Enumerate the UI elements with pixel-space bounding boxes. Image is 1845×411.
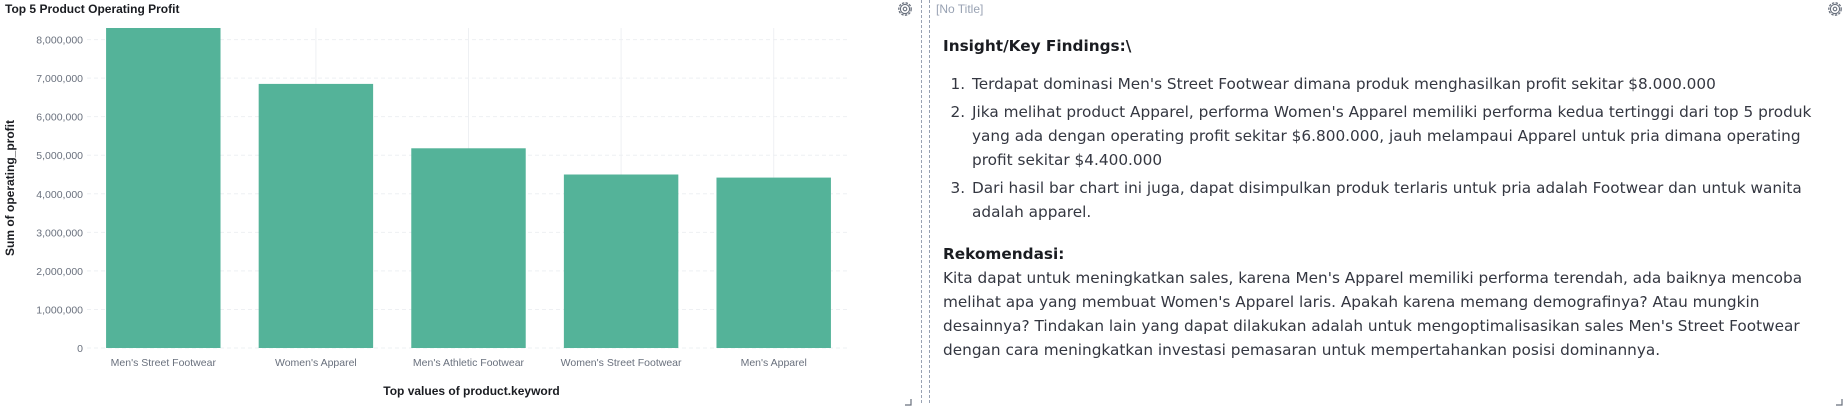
- panel-divider: [921, 0, 922, 403]
- x-tick-label: Men's Street Footwear: [111, 357, 217, 369]
- panel-title: [No Title]: [936, 2, 984, 16]
- y-tick-label: 2,000,000: [36, 266, 83, 278]
- gear-icon[interactable]: [896, 0, 914, 18]
- bar: [106, 28, 221, 348]
- gear-icon[interactable]: [1826, 0, 1844, 18]
- y-tick-label: 4,000,000: [36, 189, 83, 201]
- y-tick-label: 7,000,000: [36, 73, 83, 85]
- x-tick-label: Men's Apparel: [741, 357, 807, 369]
- bar-chart: 0 1,000,000 2,000,000 3,000,000 4,000,000 5,0…: [3, 28, 850, 398]
- y-tick-label: 8,000,000: [36, 35, 83, 47]
- x-tick-label: Women's Street Footwear: [561, 357, 682, 369]
- y-tick-label: 5,000,000: [36, 150, 83, 162]
- y-axis-title: Sum of operating_profit: [3, 120, 17, 256]
- resize-handle-icon[interactable]: [1835, 393, 1843, 406]
- recommendation-text: Kita dapat untuk meningkatkan sales, kar…: [943, 269, 1803, 359]
- y-tick-label: 1,000,000: [36, 304, 83, 316]
- x-tick-label: Men's Athletic Footwear: [413, 357, 525, 369]
- insight-heading: Insight/Key Findings:\: [943, 37, 1132, 55]
- list-item: Dari hasil bar chart ini juga, dapat dis…: [970, 176, 1843, 224]
- recommendation-heading: Rekomendasi:: [943, 245, 1065, 263]
- list-item: Terdapat dominasi Men's Street Footwear …: [970, 72, 1843, 96]
- chart-panel: Top 5 Product Operating Profit 0 1,000,00…: [0, 0, 920, 406]
- y-tick-label: 3,000,000: [36, 227, 83, 239]
- y-tick-label: 0: [77, 343, 83, 355]
- bar: [716, 177, 831, 348]
- bar: [563, 174, 679, 348]
- findings-list: Terdapat dominasi Men's Street Footwear …: [943, 72, 1843, 224]
- bar: [411, 148, 526, 348]
- resize-handle-icon[interactable]: [904, 393, 912, 406]
- y-tick-label: 6,000,000: [36, 112, 83, 124]
- x-axis-title: Top values of product.keyword: [383, 384, 559, 398]
- list-item: Jika melihat product Apparel, performa W…: [970, 100, 1843, 172]
- x-tick-label: Women's Apparel: [275, 357, 357, 369]
- markdown-panel: [No Title] Insight/Key Findings:\ Terdap…: [927, 0, 1845, 406]
- bar: [258, 83, 374, 348]
- markdown-content: Insight/Key Findings:\ Terdapat dominasi…: [943, 34, 1843, 362]
